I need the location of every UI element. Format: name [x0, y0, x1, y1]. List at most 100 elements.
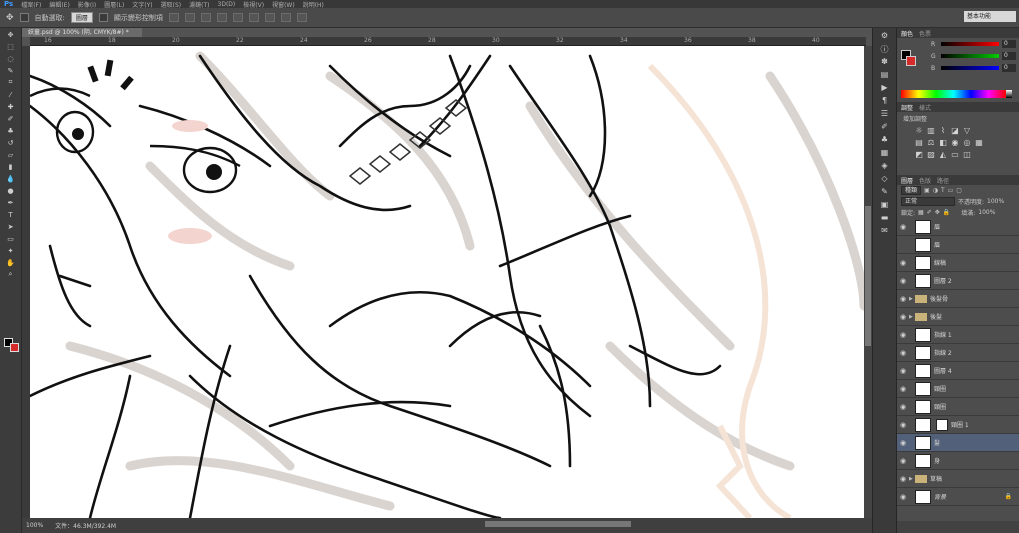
move-tool-icon[interactable]: ✥: [4, 29, 18, 40]
blue-value[interactable]: 0: [1002, 64, 1016, 72]
black-white-icon[interactable]: ◧: [939, 139, 947, 147]
visibility-eye-icon[interactable]: ◉: [897, 385, 909, 393]
visibility-eye-icon[interactable]: ◉: [897, 439, 909, 447]
selective-color-icon[interactable]: ◫: [963, 151, 971, 159]
hand-tool-icon[interactable]: ✋: [4, 257, 18, 268]
align-middle-icon[interactable]: [184, 13, 195, 22]
vibrance-icon[interactable]: ▽: [963, 127, 971, 135]
blend-mode-dropdown[interactable]: 正常: [901, 197, 955, 206]
align-right-icon[interactable]: [248, 13, 259, 22]
filter-pixel-icon[interactable]: ▣: [924, 187, 930, 194]
layer-row[interactable]: ◉ 指線 1: [897, 326, 1019, 344]
background-color-swatch[interactable]: [10, 343, 19, 352]
lock-move-icon[interactable]: ✥: [935, 209, 940, 216]
filter-type-icon[interactable]: T: [941, 187, 945, 194]
marquee-tool-icon[interactable]: ⬚: [4, 41, 18, 52]
paths-icon[interactable]: ◇: [878, 174, 892, 184]
notes-icon[interactable]: ✉: [878, 226, 892, 236]
color-lookup-icon[interactable]: ▦: [975, 139, 983, 147]
history-brush-tool-icon[interactable]: ↺: [4, 137, 18, 148]
workspace-dropdown[interactable]: 基本功能: [964, 11, 1016, 22]
filter-smart-icon[interactable]: ▢: [956, 187, 962, 194]
zoom-level[interactable]: 100%: [26, 522, 43, 529]
vertical-scroll-thumb[interactable]: [865, 206, 871, 346]
lock-all-icon[interactable]: 🔒: [943, 209, 950, 216]
layer-row[interactable]: ◉ 身: [897, 452, 1019, 470]
visibility-eye-icon[interactable]: ◉: [897, 331, 909, 339]
styles-icon[interactable]: ◈: [878, 161, 892, 171]
comp-icon[interactable]: ▣: [878, 200, 892, 210]
visibility-eye-icon[interactable]: ◉: [897, 259, 909, 267]
color-panel-background-swatch[interactable]: [906, 56, 916, 66]
visibility-eye-icon[interactable]: ◉: [897, 403, 909, 411]
swatches-icon[interactable]: ▦: [878, 148, 892, 158]
levels-icon[interactable]: ▥: [927, 127, 935, 135]
paragraph-icon[interactable]: ☰: [878, 109, 892, 119]
history-icon[interactable]: ⚙: [878, 31, 892, 41]
auto-select-checkbox[interactable]: [19, 13, 29, 22]
dodge-tool-icon[interactable]: ●: [4, 185, 18, 196]
align-center-icon[interactable]: [232, 13, 243, 22]
pen-tool-icon[interactable]: ✒: [4, 197, 18, 208]
green-value[interactable]: 0: [1002, 52, 1016, 60]
document-tab[interactable]: 妖童.psd @ 100% (阴, CMYK/8#) *: [22, 28, 142, 37]
grayscale-ramp[interactable]: [1006, 90, 1012, 98]
visibility-eye-icon[interactable]: ◉: [897, 223, 909, 231]
brightness-icon[interactable]: ☼: [915, 127, 923, 135]
channel-mixer-icon[interactable]: ◎: [963, 139, 971, 147]
tool-presets-icon[interactable]: ✎: [878, 187, 892, 197]
actions-icon[interactable]: ▶: [878, 83, 892, 93]
auto-select-dropdown[interactable]: 圖層: [70, 12, 93, 23]
eyedropper-tool-icon[interactable]: ⁄: [4, 89, 18, 100]
lock-paint-icon[interactable]: ✐: [927, 209, 932, 216]
layer-row[interactable]: ◉ 頸圈 1: [897, 416, 1019, 434]
red-slider[interactable]: [941, 42, 999, 46]
curves-icon[interactable]: ⌇: [939, 127, 947, 135]
green-slider[interactable]: [941, 54, 999, 58]
tab-layers[interactable]: 圖層: [901, 176, 913, 185]
align-top-icon[interactable]: [168, 13, 179, 22]
shape-tool-icon[interactable]: ▭: [4, 233, 18, 244]
layer-row[interactable]: ◉ 圖層 4: [897, 362, 1019, 380]
filter-adjust-icon[interactable]: ◑: [933, 187, 938, 194]
layer-row[interactable]: ◉ 線稿: [897, 254, 1019, 272]
color-spectrum-bar[interactable]: [901, 90, 1006, 98]
visibility-eye-icon[interactable]: ◉: [897, 421, 909, 429]
layer-group-row[interactable]: ◉ ▶ 草稿: [897, 470, 1019, 488]
blue-slider[interactable]: [941, 66, 999, 70]
distribute-top-icon[interactable]: [264, 13, 275, 22]
red-value[interactable]: 0: [1002, 40, 1016, 48]
visibility-eye-icon[interactable]: ◉: [897, 367, 909, 375]
layer-row[interactable]: ◉ 頸圈: [897, 380, 1019, 398]
color-balance-icon[interactable]: ⚖: [927, 139, 935, 147]
align-left-icon[interactable]: [216, 13, 227, 22]
gradient-map-icon[interactable]: ▭: [951, 151, 959, 159]
photo-filter-icon[interactable]: ◉: [951, 139, 959, 147]
tab-adjustments[interactable]: 調整: [901, 103, 913, 112]
tab-swatches[interactable]: 色票: [919, 29, 931, 38]
brush-icon[interactable]: ✐: [878, 122, 892, 132]
visibility-eye-icon[interactable]: ◉: [897, 349, 909, 357]
visibility-eye-icon[interactable]: ◉: [897, 295, 909, 303]
layer-group-row[interactable]: ◉ ▶ 後髮: [897, 308, 1019, 326]
visibility-eye-icon[interactable]: ◉: [897, 457, 909, 465]
opacity-value[interactable]: 100%: [987, 198, 1004, 205]
lasso-tool-icon[interactable]: ◌: [4, 53, 18, 64]
layer-row[interactable]: 眉: [897, 236, 1019, 254]
visibility-eye-icon[interactable]: ◉: [897, 313, 909, 321]
brush-tool-icon[interactable]: ✐: [4, 113, 18, 124]
document-canvas[interactable]: [30, 46, 864, 518]
filter-shape-icon[interactable]: ▭: [948, 187, 954, 194]
distribute-bottom-icon[interactable]: [296, 13, 307, 22]
layer-row[interactable]: ◉ 眉: [897, 218, 1019, 236]
timeline-icon[interactable]: ▬: [878, 213, 892, 223]
exposure-icon[interactable]: ◪: [951, 127, 959, 135]
gradient-tool-icon[interactable]: ▮: [4, 161, 18, 172]
layer-filter-dropdown[interactable]: 種類: [901, 186, 922, 195]
navigator-icon[interactable]: ▤: [878, 70, 892, 80]
visibility-eye-icon[interactable]: ◉: [897, 493, 909, 501]
tab-channels[interactable]: 色版: [919, 176, 931, 185]
fill-value[interactable]: 100%: [978, 209, 995, 216]
tab-color[interactable]: 顏色: [901, 29, 913, 38]
stamp-tool-icon[interactable]: ♣: [4, 125, 18, 136]
